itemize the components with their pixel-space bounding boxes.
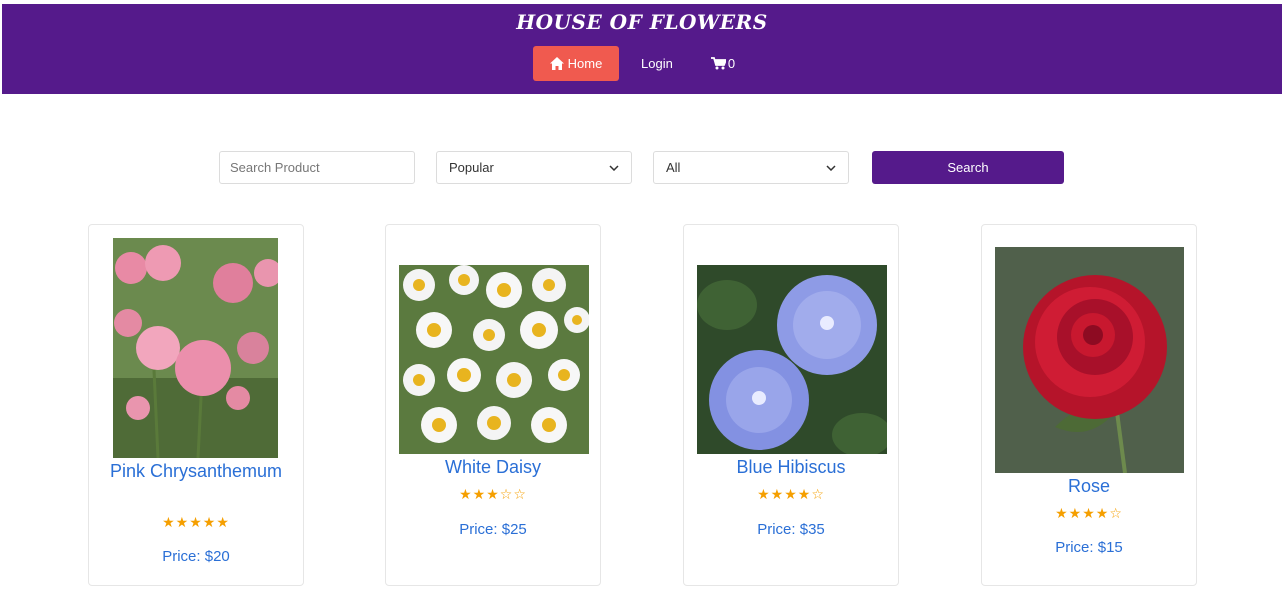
- nav-login-link[interactable]: Login: [641, 56, 673, 71]
- category-select-value: All: [666, 160, 681, 175]
- product-price: Price: $35: [757, 521, 825, 538]
- product-image-pink-chrysanthemum[interactable]: [113, 238, 278, 458]
- nav-cart-link[interactable]: 0: [710, 56, 736, 71]
- product-card[interactable]: Rose ★★★★☆ Price: $15: [981, 224, 1197, 586]
- top-navbar: HOUSE OF FLOWERS Home Login 0: [2, 4, 1282, 94]
- cart-count: 0: [727, 56, 736, 71]
- product-card[interactable]: White Daisy ★★★☆☆ Price: $25: [385, 224, 601, 586]
- chevron-down-icon: [609, 164, 619, 171]
- product-image-rose[interactable]: [995, 247, 1184, 473]
- nav-home-button[interactable]: Home: [533, 46, 619, 81]
- rating-stars: ★★★★★: [162, 515, 230, 531]
- product-image-blue-hibiscus[interactable]: [697, 265, 887, 454]
- product-name[interactable]: Rose: [982, 474, 1196, 498]
- product-card[interactable]: Blue Hibiscus ★★★★☆ Price: $35: [683, 224, 899, 586]
- sort-select-value: Popular: [449, 160, 494, 175]
- rating-stars: ★★★★☆: [757, 487, 825, 503]
- brand-title[interactable]: HOUSE OF FLOWERS: [2, 10, 1282, 34]
- product-price: Price: $15: [1055, 539, 1123, 556]
- product-price: Price: $25: [459, 521, 527, 538]
- product-price: Price: $20: [162, 548, 230, 565]
- cart-icon: [710, 57, 726, 70]
- sort-select[interactable]: Popular: [436, 151, 632, 184]
- rating-stars: ★★★☆☆: [459, 487, 527, 503]
- product-image-white-daisy[interactable]: [399, 265, 589, 454]
- product-card[interactable]: Pink Chrysanthemum ★★★★★ Price: $20: [88, 224, 304, 586]
- search-button[interactable]: Search: [872, 151, 1064, 184]
- rating-stars: ★★★★☆: [1055, 506, 1123, 522]
- chevron-down-icon: [826, 164, 836, 171]
- product-name[interactable]: Pink Chrysanthemum: [89, 459, 303, 483]
- search-input[interactable]: [219, 151, 415, 184]
- category-select[interactable]: All: [653, 151, 849, 184]
- product-name[interactable]: Blue Hibiscus: [684, 455, 898, 479]
- nav-links: Home Login 0: [533, 46, 735, 81]
- product-name[interactable]: White Daisy: [386, 455, 600, 479]
- nav-home-label: Home: [567, 56, 603, 71]
- home-icon: [549, 57, 564, 70]
